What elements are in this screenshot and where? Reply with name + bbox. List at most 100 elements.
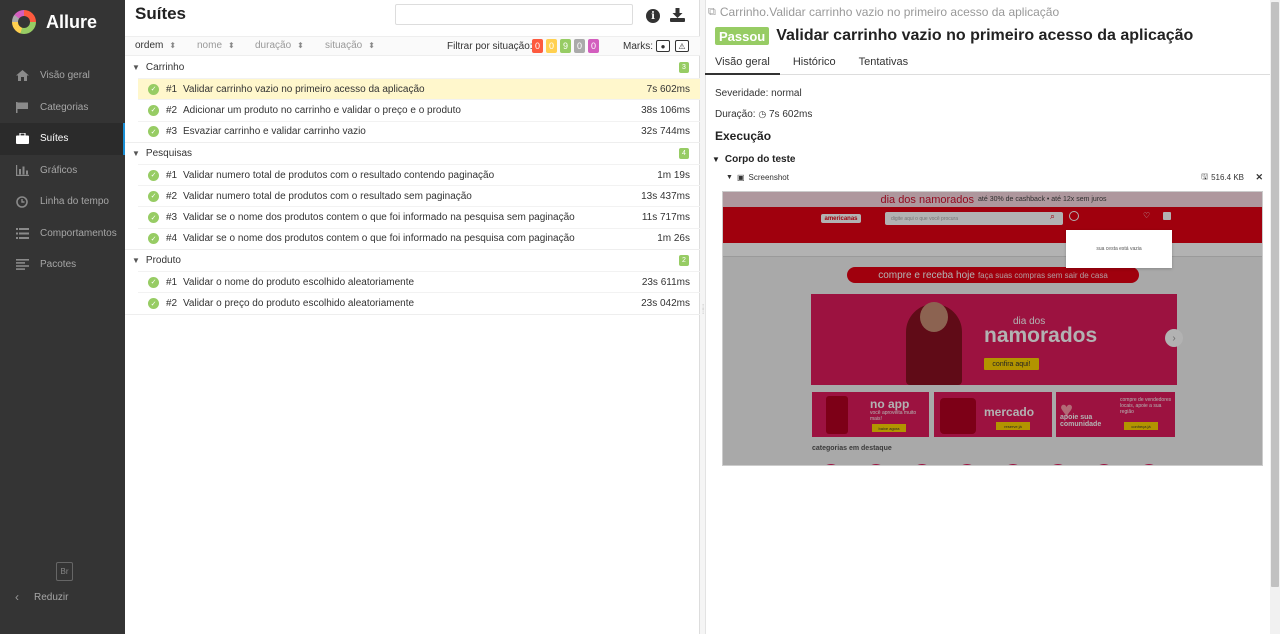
status-filter-passed[interactable]: 9 — [560, 39, 571, 53]
tab-retries[interactable]: Tentativas — [849, 53, 919, 75]
chevron-down-icon: ▼ — [132, 256, 140, 266]
suite-group-header[interactable]: ▼ Carrinho 3 — [125, 57, 700, 78]
shot-top-banner-note: até 30% de cashback • até 12x sem juros — [978, 196, 1107, 203]
sort-icon: ⬍ — [368, 41, 375, 50]
sidebar-item-packages[interactable]: Pacotes — [0, 249, 125, 281]
attachment-size: 🖫 516.4 KB — [1201, 171, 1244, 185]
breadcrumb[interactable]: ⧉ Carrinho.Validar carrinho vazio no pri… — [708, 5, 1059, 19]
sidebar-item-graphs[interactable]: Gráficos — [0, 155, 125, 187]
shot-promo-text: compre e receba hoje — [878, 269, 975, 281]
test-row[interactable]: ✓ #1 Validar numero total de produtos co… — [138, 163, 700, 185]
screenshot-preview[interactable]: dia dos namorados até 30% de cashback • … — [722, 191, 1263, 466]
test-row[interactable]: ✓ #3 Esvaziar carrinho e validar carrinh… — [138, 120, 700, 142]
test-number: #3 — [166, 212, 178, 224]
tab-history[interactable]: Histórico — [783, 53, 846, 75]
shot-search: digite aqui o que você procura — [885, 212, 1063, 225]
sort-duration-button[interactable]: duração ⬍ — [255, 40, 304, 51]
status-filter-skipped[interactable]: 0 — [574, 39, 585, 53]
scrollbar-thumb[interactable] — [1271, 2, 1279, 587]
attachment-name: Screenshot — [748, 173, 789, 182]
test-row[interactable]: ✓ #2 Validar o preço do produto escolhid… — [138, 292, 700, 313]
info-button[interactable]: i — [645, 8, 661, 24]
passed-check-icon: ✓ — [148, 212, 159, 224]
sidebar-item-timeline[interactable]: Linha do tempo — [0, 186, 125, 218]
sort-name-button[interactable]: nome ⬍ — [197, 40, 235, 51]
sort-label: ordem — [135, 40, 164, 51]
sort-status-button[interactable]: situação ⬍ — [325, 40, 375, 51]
expand-icon[interactable]: ✕ — [1255, 172, 1263, 183]
test-row[interactable]: ✓ #2 Adicionar um produto no carrinho e … — [138, 99, 700, 120]
sidebar-item-label: Pacotes — [40, 259, 77, 271]
passed-check-icon: ✓ — [148, 233, 159, 245]
suite-group-header[interactable]: ▼ Produto 2 — [125, 250, 700, 271]
duration: Duração: ◷ 7s 602ms — [715, 109, 812, 120]
sort-order-button[interactable]: ordem ⬍ — [135, 40, 176, 51]
test-title: Validar numero total de produtos com o r… — [183, 190, 472, 202]
image-file-icon: ▣ — [736, 173, 745, 182]
shot-tile-app-title: no app — [870, 397, 910, 411]
attachment-row[interactable]: ▼ ▣ Screenshot 🖫 516.4 KB ✕ — [726, 171, 1264, 185]
test-body-toggle[interactable]: ▼ Corpo do teste — [712, 154, 795, 165]
test-duration: 38s 106ms — [641, 104, 690, 116]
tab-overview[interactable]: Visão geral — [705, 53, 780, 75]
suite-tree: ▼ Carrinho 3 ✓ #1 Validar carrinho vazio… — [125, 57, 700, 315]
test-row[interactable]: ✓ #4 Validar se o nome dos produtos cont… — [138, 227, 700, 249]
test-header: Passou Validar carrinho vazio no primeir… — [715, 27, 1193, 45]
sort-label: nome — [197, 40, 223, 51]
suite-group: ▼ Carrinho 3 ✓ #1 Validar carrinho vazio… — [125, 57, 700, 143]
shot-header: americanas digite aqui o que você procur… — [723, 207, 1262, 243]
test-number: #1 — [166, 276, 178, 288]
test-row[interactable]: ✓ #3 Validar se o nome dos produtos cont… — [138, 206, 700, 227]
brand[interactable]: Allure — [0, 0, 125, 44]
suite-name: Carrinho — [145, 62, 185, 73]
sidebar-item-label: Linha do tempo — [40, 196, 109, 208]
test-row[interactable]: ✓ #2 Validar numero total de produtos co… — [138, 185, 700, 206]
collapse-sidebar-button[interactable]: ‹ Reduzir — [15, 590, 68, 604]
test-title: Validar carrinho vazio no primeiro acess… — [183, 83, 425, 95]
shot-cart-icon — [1163, 212, 1171, 220]
test-number: #4 — [166, 233, 178, 245]
test-title: Validar o nome do produto escolhido alea… — [183, 276, 415, 288]
test-title: Validar o preço do produto escolhido ale… — [183, 298, 415, 310]
severity: Severidade: normal — [715, 88, 802, 99]
test-details-pane: ⧉ Carrinho.Validar carrinho vazio no pri… — [705, 0, 1270, 634]
test-title: Validar numero total de produtos com o r… — [183, 169, 495, 181]
test-row[interactable]: ✓ #1 Validar carrinho vazio no primeiro … — [138, 78, 700, 100]
chevron-down-icon: ▼ — [712, 155, 720, 164]
suites-pane: Suítes i ordem ⬍ nome ⬍ duração ⬍ situação ⬍… — [125, 0, 700, 634]
sidebar-item-overview[interactable]: Visão geral — [0, 60, 125, 92]
shot-tile-market-title: mercado — [984, 405, 1035, 419]
passed-check-icon: ✓ — [148, 169, 159, 181]
shot-logo: americanas — [821, 214, 861, 223]
briefcase-icon — [15, 133, 29, 145]
status-filter-failed[interactable]: 0 — [532, 39, 543, 53]
sidebar-item-categories[interactable]: Categorias — [0, 92, 125, 124]
shot-next-arrow: › — [1165, 329, 1183, 347]
scrollbar[interactable] — [1270, 0, 1280, 634]
shot-cart-image — [940, 398, 976, 434]
test-row[interactable]: ✓ #1 Validar o nome do produto escolhido… — [138, 271, 700, 292]
chevron-down-icon: ▼ — [132, 63, 140, 72]
suite-group-header[interactable]: ▼ Pesquisas 4 — [125, 143, 700, 164]
sidebar-item-behaviors[interactable]: Comportamentos — [0, 218, 125, 250]
shot-category-circle — [1138, 464, 1160, 465]
shot-tile-community: ♥ apoie sua comunidade compre de vendedo… — [1056, 392, 1175, 437]
language-selector[interactable]: Br — [56, 562, 73, 581]
flaky-mark-toggle[interactable]: ● — [656, 40, 670, 52]
align-left-icon — [15, 259, 29, 271]
breadcrumb-text: Carrinho.Validar carrinho vazio no prime… — [719, 5, 1060, 19]
test-title: Validar se o nome dos produtos contem o … — [183, 233, 575, 245]
shot-hero-person — [906, 302, 962, 385]
search-input[interactable] — [395, 4, 633, 25]
sort-icon: ⬍ — [228, 41, 235, 50]
new-failed-mark-toggle[interactable]: ⚠ — [675, 40, 689, 52]
sidebar-item-suites[interactable]: Suítes — [0, 123, 125, 155]
status-filter-broken[interactable]: 0 — [546, 39, 557, 53]
suite-name: Pesquisas — [145, 147, 193, 159]
status-filter-unknown[interactable]: 0 — [588, 39, 599, 53]
download-button[interactable] — [669, 7, 685, 24]
shot-tile-app-sub: você aproveita muito mais! — [870, 410, 917, 422]
test-number: #2 — [166, 190, 178, 202]
shot-hero-button: confira aqui! — [984, 358, 1039, 370]
sidebar-item-label: Suítes — [40, 133, 69, 145]
